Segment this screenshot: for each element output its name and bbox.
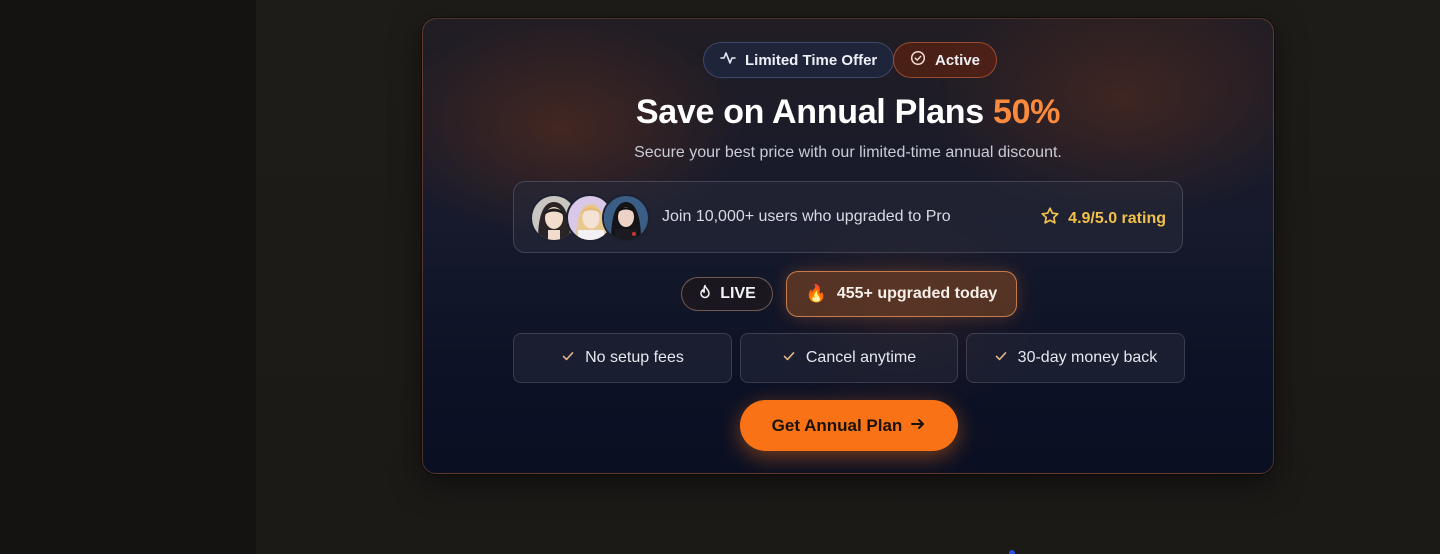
- check-icon: [782, 349, 796, 368]
- cta-label: Get Annual Plan: [771, 415, 903, 435]
- live-label: LIVE: [720, 285, 756, 302]
- active-badge: Active: [893, 42, 998, 78]
- title-text: Save on Annual Plans: [635, 93, 984, 131]
- star-icon: [1040, 206, 1060, 231]
- feature-label: 30-day money back: [1017, 349, 1158, 366]
- upgraded-today-badge: 🔥 455+ upgraded today: [786, 271, 1017, 317]
- social-proof-panel: Join 10,000+ users who upgraded to Pro 4…: [513, 181, 1183, 253]
- live-badge: LIVE: [681, 277, 773, 311]
- check-icon: [561, 349, 575, 368]
- rating-text: 4.9/5.0 rating: [1068, 209, 1166, 227]
- check-circle-icon: [910, 50, 926, 70]
- avatar-user-3: [602, 194, 650, 242]
- feature-money-back: 30-day money back: [966, 333, 1185, 383]
- page-subtitle: Secure your best price with our limited-…: [634, 144, 1062, 161]
- offer-badge-label: Limited Time Offer: [745, 51, 878, 69]
- avatar-stack: [530, 194, 655, 242]
- check-icon: [994, 349, 1008, 368]
- get-annual-plan-button[interactable]: Get Annual Plan: [740, 400, 958, 451]
- social-proof-text: Join 10,000+ users who upgraded to Pro: [662, 208, 951, 225]
- arrow-right-icon: [910, 416, 926, 436]
- feature-cancel-anytime: Cancel anytime: [740, 333, 958, 383]
- limited-time-offer-badge: Limited Time Offer: [703, 42, 895, 78]
- upgraded-today-text: 455+ upgraded today: [836, 285, 998, 302]
- annual-offer-card: Limited Time Offer Active Save on Annual…: [422, 18, 1274, 474]
- discount-percent: 50%: [992, 93, 1061, 131]
- page-title: Save on Annual Plans 50%: [423, 93, 1273, 132]
- left-sidebar: [0, 0, 256, 554]
- feature-label: No setup fees: [585, 349, 684, 366]
- activity-icon: [720, 50, 736, 70]
- scroll-indicator: [1009, 550, 1015, 554]
- fire-emoji-icon: 🔥: [805, 284, 827, 303]
- rating: 4.9/5.0 rating: [1040, 206, 1166, 231]
- flame-icon: [698, 284, 712, 305]
- active-badge-label: Active: [935, 51, 981, 69]
- feature-no-setup-fees: No setup fees: [513, 333, 732, 383]
- feature-label: Cancel anytime: [805, 349, 917, 366]
